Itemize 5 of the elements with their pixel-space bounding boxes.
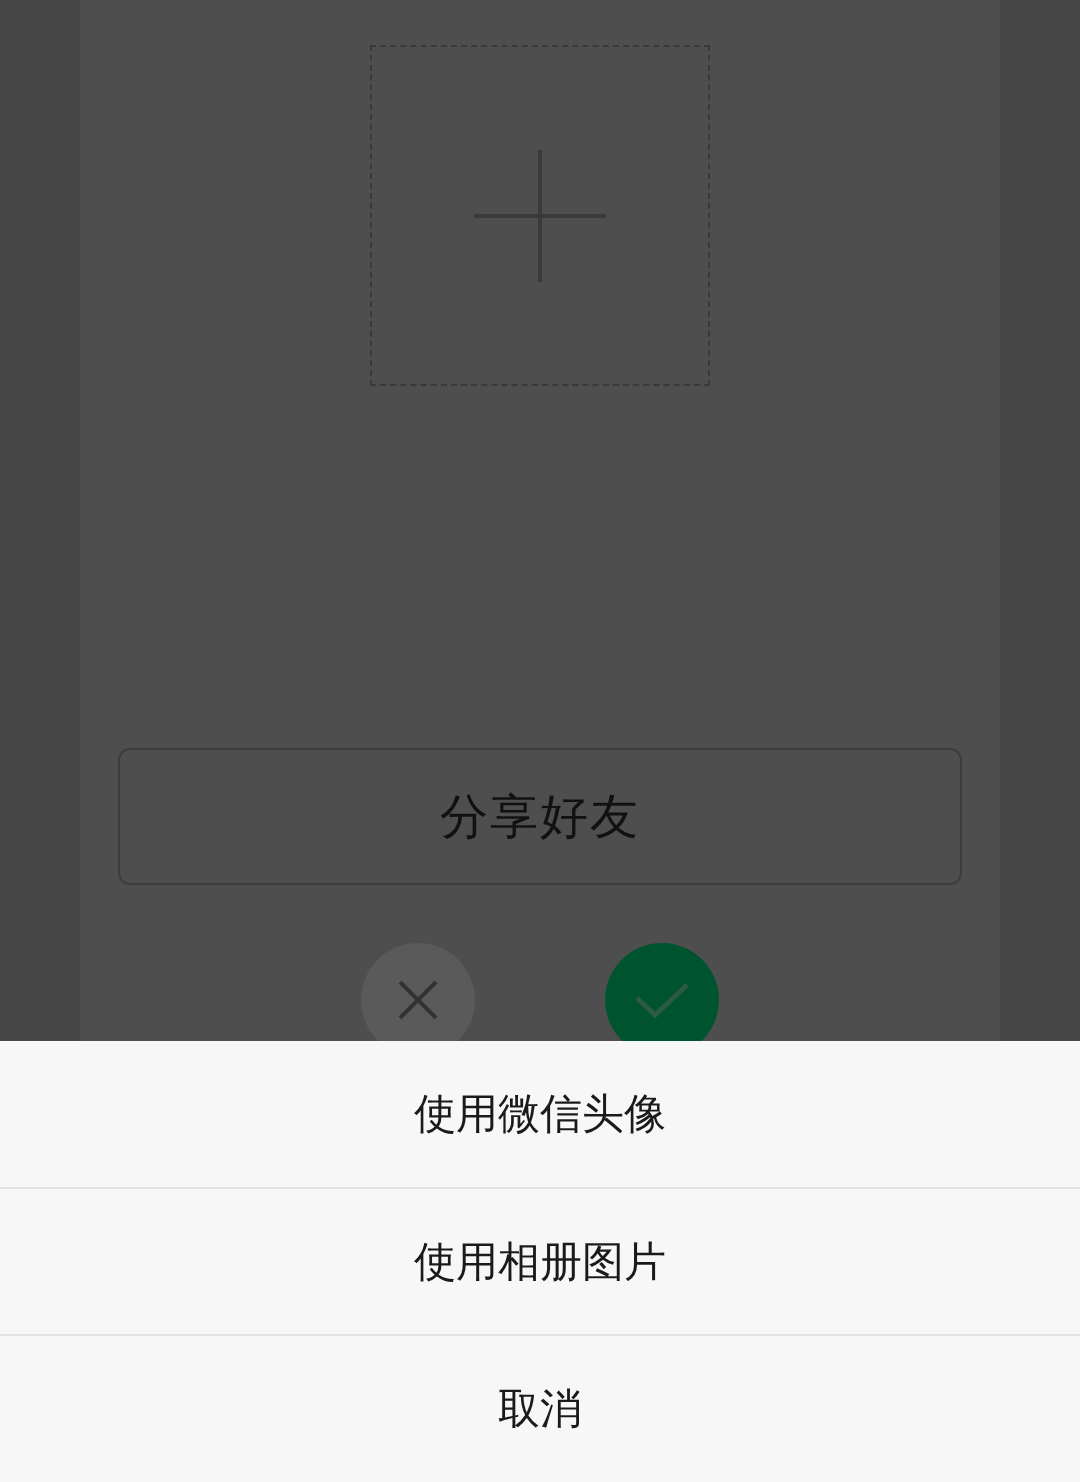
close-icon: [398, 980, 438, 1020]
action-sheet-option[interactable]: 使用相册图片: [0, 1188, 1080, 1337]
action-sheet-option[interactable]: 取消: [0, 1336, 1080, 1482]
check-icon: [635, 982, 689, 1018]
action-sheet-option[interactable]: 使用微信头像: [0, 1041, 1080, 1189]
